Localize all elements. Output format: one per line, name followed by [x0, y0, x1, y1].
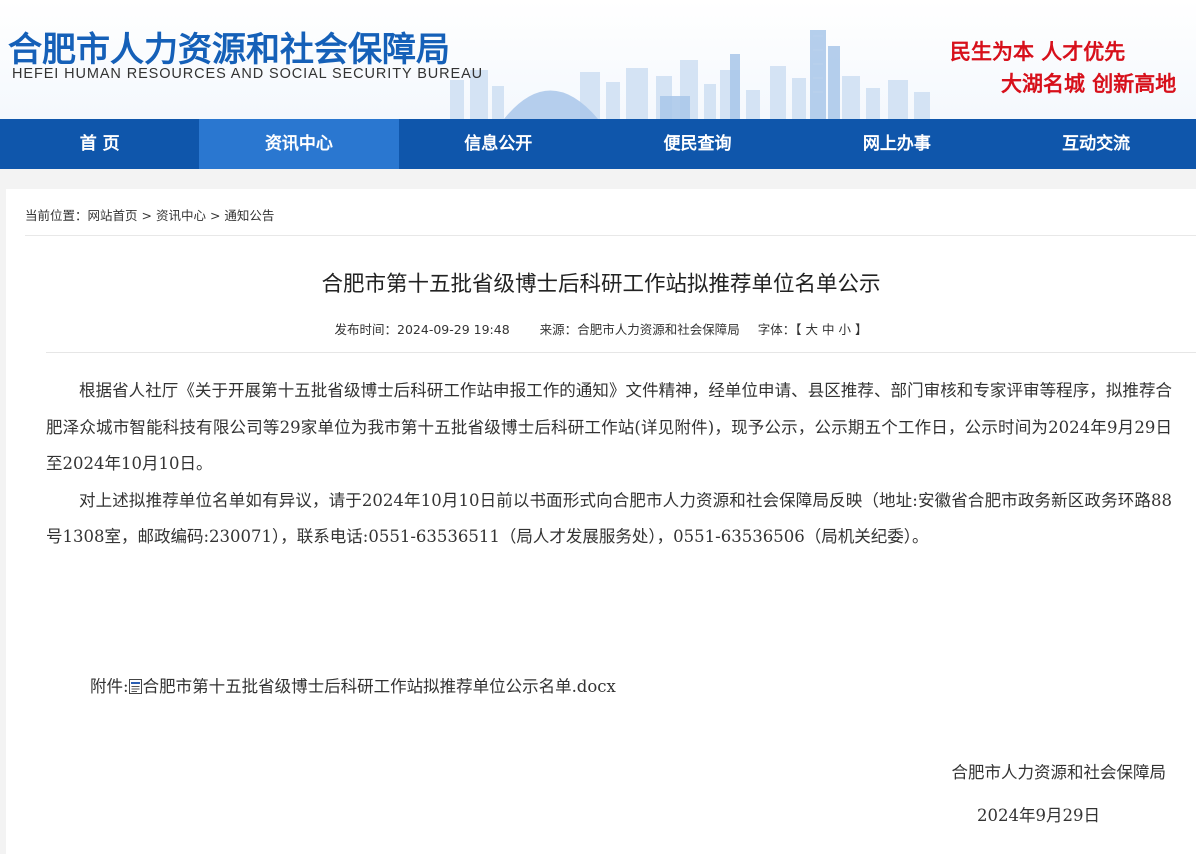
- publish-time-label: 发布时间：: [334, 322, 398, 337]
- publish-time: 2024-09-29 19:48: [397, 322, 510, 337]
- meta-divider: [46, 352, 1196, 353]
- article-source: 合肥市人力资源和社会保障局: [577, 322, 740, 337]
- font-size-bracket-close: 】: [854, 322, 868, 337]
- font-size-medium-button[interactable]: 中: [822, 322, 835, 337]
- breadcrumb-separator: >: [137, 208, 156, 223]
- nav-item-home[interactable]: 首 页: [0, 119, 199, 169]
- breadcrumb-home[interactable]: 网站首页: [88, 208, 138, 223]
- attachment-row: 附件: 合肥市第十五批省级博士后科研工作站拟推荐单位公示名单.docx: [90, 673, 616, 697]
- nav-item-info-disclosure[interactable]: 信息公开: [399, 119, 598, 169]
- nav-item-online-services[interactable]: 网上办事: [797, 119, 996, 169]
- font-size-bracket-open: 【: [795, 322, 802, 337]
- article-paragraph: 根据省人社厅《关于开展第十五批省级博士后科研工作站申报工作的通知》文件精神，经单…: [46, 381, 1172, 473]
- breadcrumb: 当前位置：网站首页 > 资讯中心 > 通知公告: [25, 205, 274, 224]
- article-meta: 发布时间：2024-09-29 19:48 来源：合肥市人力资源和社会保障局 字体：…: [6, 319, 1196, 338]
- breadcrumb-notices[interactable]: 通知公告: [224, 208, 274, 223]
- word-doc-icon: [128, 679, 142, 694]
- slogan-line-1: 民生为本 人才优先: [950, 39, 1126, 64]
- font-size-label: 字体：: [757, 322, 796, 337]
- article-title: 合肥市第十五批省级博士后科研工作站拟推荐单位名单公示: [321, 272, 881, 297]
- attachment-label: 附件:: [90, 677, 129, 696]
- nav-item-news-center[interactable]: 资讯中心: [199, 119, 399, 169]
- font-size-large-button[interactable]: 大: [805, 322, 818, 337]
- site-logo-title[interactable]: 合肥市人力资源和社会保障局: [8, 22, 450, 71]
- article-paragraph: 对上述拟推荐单位名单如有异议，请于2024年10月10日前以书面形式向合肥市人力…: [46, 490, 1172, 547]
- signature-organization: 合肥市人力资源和社会保障局: [951, 763, 1167, 782]
- signature-date: 2024年9月29日: [977, 806, 1100, 825]
- article-card: 当前位置：网站首页 > 资讯中心 > 通知公告 合肥市第十五批省级博士后科研工作…: [6, 189, 1196, 854]
- breadcrumb-prefix: 当前位置：: [25, 208, 88, 223]
- nav-item-public-query[interactable]: 便民查询: [598, 119, 797, 169]
- city-skyline-banner: [450, 30, 930, 119]
- main-nav: 首 页 资讯中心 信息公开 便民查询 网上办事 互动交流: [0, 119, 1196, 169]
- attachment-link[interactable]: 合肥市第十五批省级博士后科研工作站拟推荐单位公示名单.docx: [143, 677, 616, 696]
- source-label: 来源：: [539, 322, 578, 337]
- slogan-line-2: 大湖名城 创新高地: [1001, 71, 1177, 96]
- breadcrumb-news-center[interactable]: 资讯中心: [156, 208, 206, 223]
- nav-item-interaction[interactable]: 互动交流: [996, 119, 1195, 169]
- font-size-small-button[interactable]: 小: [838, 322, 851, 337]
- article-body: 根据省人社厅《关于开展第十五批省级博士后科研工作站申报工作的通知》文件精神，经单…: [46, 373, 1172, 556]
- breadcrumb-divider: [25, 235, 1196, 236]
- site-header: 合肥市人力资源和社会保障局 HEFEI HUMAN RESOURCES AND …: [0, 0, 1196, 119]
- site-logo-subtitle: HEFEI HUMAN RESOURCES AND SOCIAL SECURIT…: [12, 66, 484, 82]
- breadcrumb-separator: >: [205, 208, 225, 223]
